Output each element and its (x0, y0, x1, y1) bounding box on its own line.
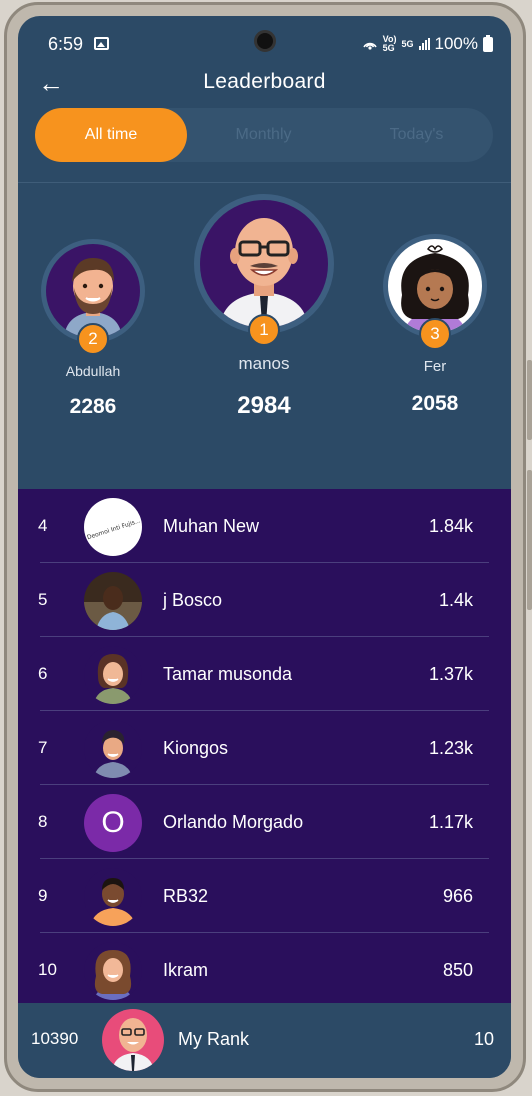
player-name: j Bosco (163, 590, 223, 610)
player-name: Orlando Morgado (163, 812, 304, 832)
player-name: Abdullah (65, 363, 121, 379)
my-position: 10390 (31, 1029, 79, 1048)
list-item[interactable]: 5 j Bosco 1.4k (18, 563, 511, 637)
power-button (527, 470, 532, 610)
podium-second[interactable]: 2 Abdullah 2286 (40, 239, 146, 419)
my-rank-label: My Rank (178, 1029, 250, 1049)
podium-third[interactable]: 3 Fer 2058 (382, 234, 488, 416)
leaderboard-list: 4 Deomoi Inti Fujis... Muhan New 1.84k 5 (18, 489, 511, 1003)
player-name: Fer (423, 358, 447, 375)
status-bar: 6:59 Vo) 5G 5G 100% (18, 16, 511, 66)
battery-percent: 100% (434, 34, 478, 53)
player-name: RB32 (163, 886, 209, 906)
rank-badge: 3 (419, 318, 451, 350)
rank-number: 6 (38, 664, 48, 683)
player-score: 2286 (69, 395, 117, 418)
rank-number: 8 (38, 812, 48, 831)
app-header: ← Leaderboard (18, 66, 511, 106)
player-score: 1.84k (428, 516, 473, 536)
tab-todays[interactable]: Today's (340, 108, 493, 162)
app-screen: 6:59 Vo) 5G 5G 100% ← Leaderboard All tim… (18, 16, 511, 1078)
player-name: Tamar musonda (163, 664, 293, 684)
player-name: Kiongos (163, 738, 229, 758)
list-item[interactable]: 8 O Orlando Morgado 1.17k (18, 785, 511, 859)
avatar (84, 942, 142, 1000)
hotspot-icon (362, 42, 377, 50)
rank-badge: 2 (77, 323, 109, 355)
player-score: 1.17k (428, 812, 473, 832)
player-name: Muhan New (163, 516, 260, 536)
image-notification-icon (94, 37, 109, 50)
network-type-icon: 5G (401, 38, 414, 49)
avatar (84, 646, 142, 704)
rank-badge: 1 (248, 314, 280, 346)
player-name: manos (238, 354, 290, 373)
rank-number: 7 (38, 738, 48, 757)
rank-number: 5 (38, 590, 48, 609)
my-avatar (102, 1009, 164, 1071)
battery-icon (483, 34, 493, 52)
avatar (200, 200, 328, 328)
signal-icon (418, 38, 430, 50)
tab-monthly[interactable]: Monthly (187, 108, 340, 162)
tab-all-time[interactable]: All time (35, 108, 187, 162)
volte-icon: Vo) 5G (382, 34, 397, 53)
period-tabs: All time Monthly Today's (35, 108, 493, 162)
rank-number: 9 (38, 886, 48, 905)
my-rank-bar[interactable]: 10390 My Rank 10 (18, 1003, 511, 1078)
podium-first[interactable]: 1 manos 2984 (194, 194, 334, 420)
player-name: Ikram (163, 960, 208, 980)
avatar-initial: O (84, 794, 142, 852)
list-item[interactable]: 7 Kiongos 1.23k (18, 711, 511, 785)
player-score: 1.4k (438, 590, 473, 610)
avatar-ring: 2 (41, 239, 145, 355)
podium: 2 Abdullah 2286 1 manos 2984 3 Fer 2058 (18, 184, 511, 489)
volume-button (527, 360, 532, 440)
avatar: Deomoi Inti Fujis... (84, 498, 142, 556)
player-score: 850 (442, 960, 473, 980)
avatar (84, 720, 142, 778)
avatar (84, 868, 142, 926)
rank-number: 10 (38, 960, 57, 979)
avatar-ring: 3 (383, 234, 487, 350)
divider (18, 182, 511, 183)
avatar-ring: 1 (194, 194, 334, 346)
my-rank-value: 10 (473, 1029, 494, 1049)
player-score: 966 (442, 886, 473, 906)
player-score: 2058 (411, 392, 459, 415)
list-item[interactable]: 10 Ikram 850 (18, 933, 511, 1007)
front-camera (254, 30, 276, 52)
list-item[interactable]: 4 Deomoi Inti Fujis... Muhan New 1.84k (18, 489, 511, 563)
list-item[interactable]: 6 Tamar musonda 1.37k (18, 637, 511, 711)
list-item[interactable]: 9 RB32 966 (18, 859, 511, 933)
page-title: Leaderboard (203, 70, 326, 93)
player-score: 1.23k (428, 738, 473, 758)
player-score: 1.37k (428, 664, 473, 684)
status-right: Vo) 5G 5G 100% (362, 34, 493, 54)
player-score: 2984 (237, 392, 291, 419)
avatar (84, 572, 142, 630)
status-time: 6:59 (48, 34, 84, 54)
rank-number: 4 (38, 516, 48, 535)
